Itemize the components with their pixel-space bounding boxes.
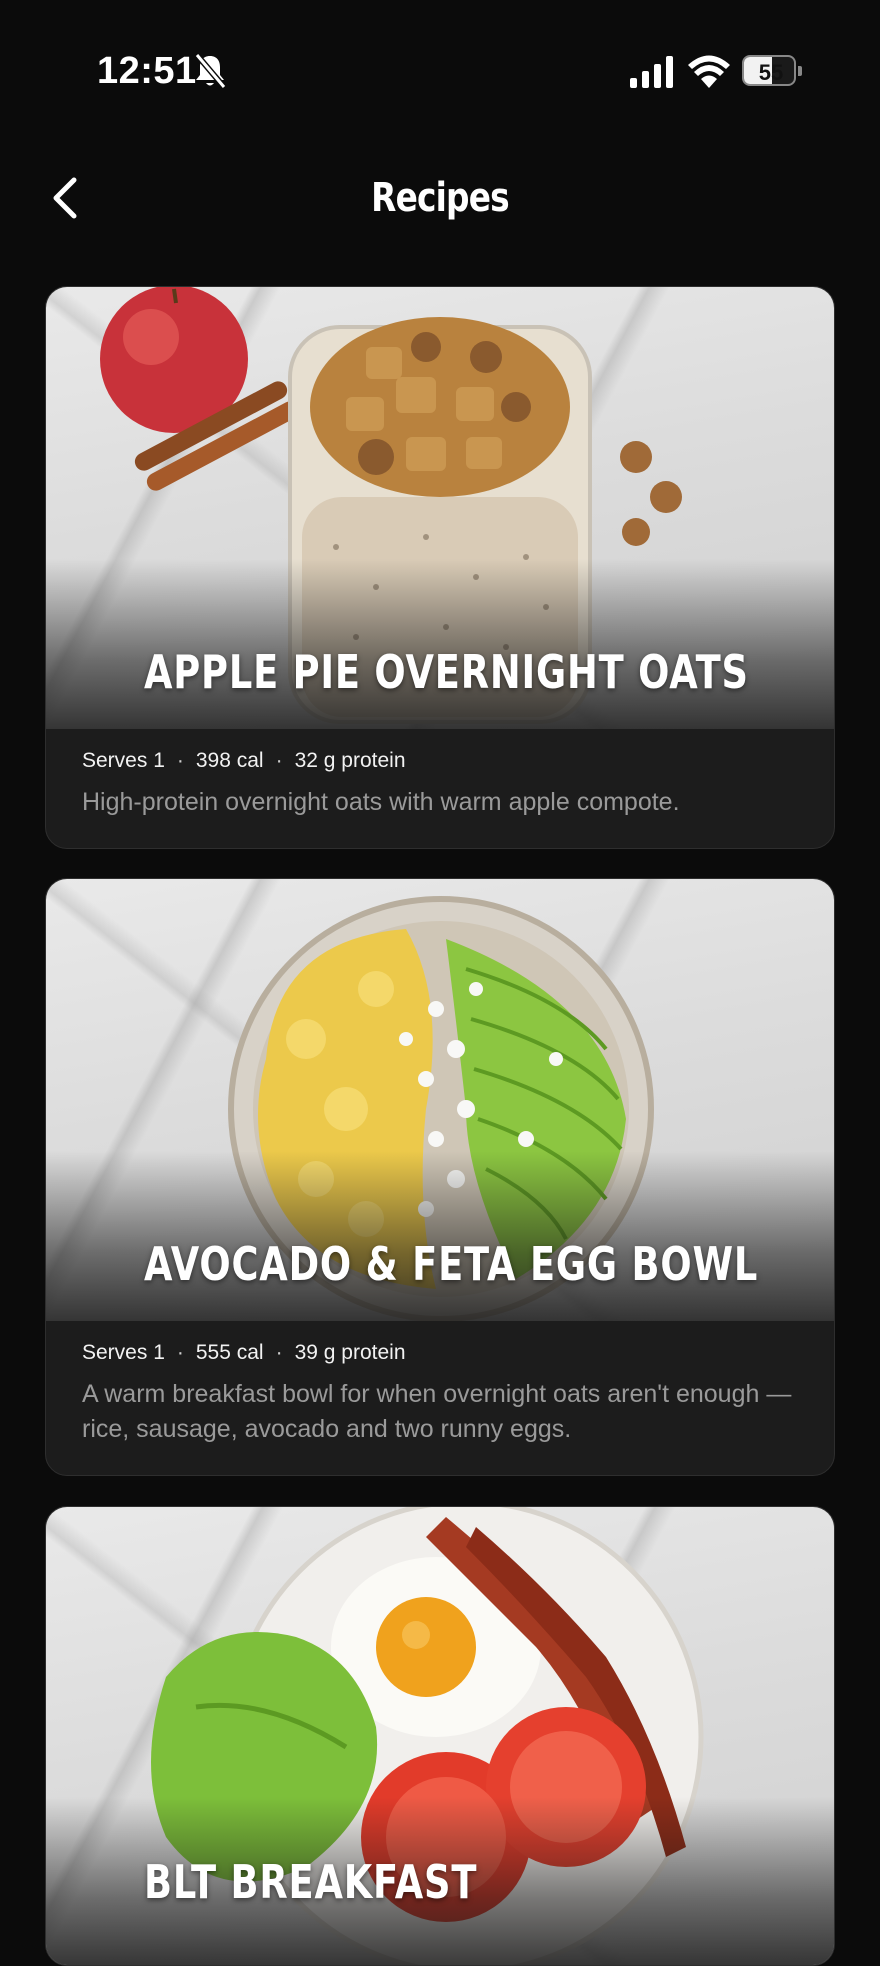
recipe-description: A warm breakfast bowl for when overnight… (82, 1380, 792, 1443)
bell-slash-icon (194, 53, 227, 89)
wifi-icon (688, 55, 730, 88)
status-bar: 12:51 55 (0, 0, 880, 140)
recipe-meta: Serves 1 · 555 cal · 39 g protein (82, 1341, 798, 1365)
chevron-left-icon (53, 177, 77, 219)
recipe-info: Serves 1 · 555 cal · 39 g protein A warm… (46, 1321, 834, 1475)
calories-label: 398 cal (195, 749, 264, 772)
recipe-image: AVOCADO & FETA EGG BOWL (46, 879, 834, 1321)
status-time: 12:51 (97, 50, 197, 92)
battery-percent: 55 (758, 60, 784, 85)
back-button[interactable] (40, 168, 90, 228)
separator: · (176, 749, 184, 772)
separator: · (176, 1341, 184, 1364)
recipe-title: APPLE PIE OVERNIGHT OATS (144, 645, 749, 699)
protein-label: 32 g protein (294, 749, 406, 772)
calories-label: 555 cal (195, 1341, 264, 1364)
protein-label: 39 g protein (294, 1341, 406, 1364)
recipe-card[interactable]: APPLE PIE OVERNIGHT OATS Serves 1 · 398 … (45, 286, 835, 849)
page-title: Recipes (371, 175, 510, 221)
recipe-image: BLT BREAKFAST (46, 1507, 834, 1965)
serves-label: Serves 1 (82, 749, 165, 772)
recipe-description: High-protein overnight oats with warm ap… (82, 788, 680, 816)
recipe-image: APPLE PIE OVERNIGHT OATS (46, 287, 834, 729)
serves-label: Serves 1 (82, 1341, 165, 1364)
signal-icon (630, 56, 673, 88)
recipe-card[interactable]: BLT BREAKFAST (45, 1506, 835, 1966)
separator: · (275, 1341, 283, 1364)
recipe-info: Serves 1 · 398 cal · 32 g protein High-p… (46, 729, 834, 848)
recipe-title: BLT BREAKFAST (144, 1855, 478, 1909)
recipe-meta: Serves 1 · 398 cal · 32 g protein (82, 749, 798, 773)
separator: · (275, 749, 283, 772)
recipe-title: AVOCADO & FETA EGG BOWL (144, 1237, 759, 1291)
battery-icon: 55 (742, 55, 802, 88)
recipe-card[interactable]: AVOCADO & FETA EGG BOWL Serves 1 · 555 c… (45, 878, 835, 1476)
